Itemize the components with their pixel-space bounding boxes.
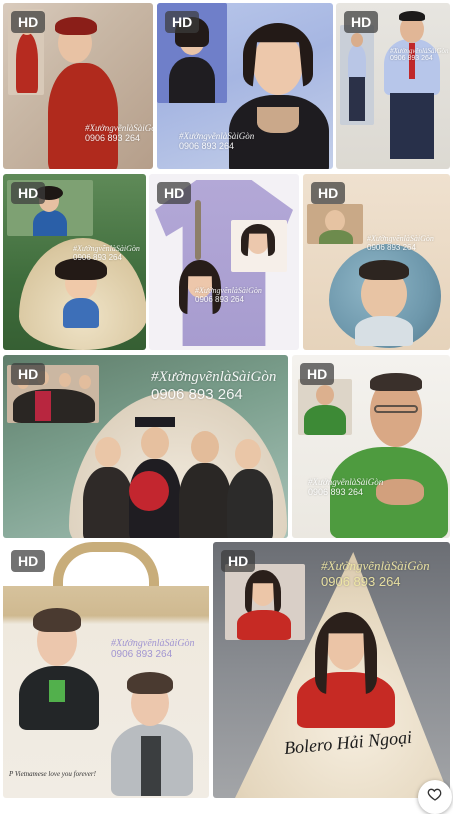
watermark-name: #XưởngvẽnlàSàiGòn — [85, 123, 153, 133]
watermark-name: #XưởngvẽnlàSàiGòn — [367, 234, 434, 243]
watermark-name: #XưởngvẽnlàSàiGòn — [151, 369, 277, 385]
watermark-name: #XưởngvẽnlàSàiGòn — [195, 286, 262, 295]
gallery-tile-10[interactable]: Bolero Hải Ngoại #XưởngvẽnlàSàiGòn 0906 … — [213, 542, 450, 798]
hd-badge: HD — [11, 182, 46, 204]
watermark-phone: 0906 893 264 — [151, 386, 243, 403]
hd-badge: HD — [311, 182, 346, 204]
watermark: #XưởngvẽnlàSàiGòn 0906 893 264 — [179, 131, 254, 151]
watermark-phone: 0906 893 264 — [85, 133, 141, 143]
watermark-name: #XưởngvẽnlàSàiGòn — [111, 638, 195, 649]
painted-figure — [107, 666, 197, 798]
watermark-name: #XưởngvẽnlàSàiGòn — [73, 244, 140, 253]
painted-figure — [291, 602, 401, 728]
hd-badge: HD — [344, 11, 379, 33]
watermark-phone: 0906 893 264 — [367, 243, 416, 252]
reference-photo — [231, 220, 287, 272]
watermark: #XưởngvẽnlàSàiGòn 0906 893 264 — [73, 244, 140, 262]
hd-badge: HD — [157, 182, 192, 204]
hd-badge: HD — [300, 363, 335, 385]
hd-badge: HD — [221, 550, 256, 572]
watermark-phone: 0906 893 264 — [308, 487, 364, 497]
watermark: #XưởngvẽnlàSàiGòn 0906 893 264 — [321, 558, 430, 589]
gallery-tile-3[interactable]: #XưởngvẽnlàSàiGòn 0906 893 264 HD — [336, 3, 450, 169]
watermark: #XưởngvẽnlàSàiGòn 0906 893 264 — [151, 369, 276, 403]
watermark: #XưởngvẽnlàSàiGòn 0906 893 264 — [367, 234, 434, 252]
painted-figure — [326, 355, 450, 538]
watermark-phone: 0906 893 264 — [73, 253, 122, 262]
watermark: #XưởngvẽnlàSàiGòn 0906 893 264 — [111, 638, 195, 660]
bag-handle — [53, 542, 159, 592]
gallery-tile-5[interactable]: #XưởngvẽnlàSàiGòn 0906 893 264 HD — [149, 174, 299, 350]
watermark-phone: 0906 893 264 — [179, 141, 235, 151]
watermark-phone: 0906 893 264 — [195, 295, 244, 304]
painted-stone — [329, 244, 441, 348]
painted-figure — [13, 602, 103, 732]
reference-photo — [307, 204, 363, 244]
watermark-name: #XưởngvẽnlàSàiGòn — [321, 558, 430, 573]
watermark-name: #XưởngvẽnlàSàiGòn — [308, 477, 384, 487]
gallery-tile-6[interactable]: #XưởngvẽnlàSàiGòn 0906 893 264 HD — [303, 174, 450, 350]
watermark: #XưởngvẽnlàSàiGòn 0906 893 264 — [195, 286, 262, 304]
bag-caption: P Vietnamese love you forever! — [9, 770, 96, 778]
favorite-button[interactable] — [418, 780, 452, 814]
gallery-tile-7[interactable]: #XưởngvẽnlàSàiGòn 0906 893 264 HD — [3, 355, 288, 538]
watermark-phone: 0906 893 264 — [390, 55, 433, 62]
hd-badge: HD — [11, 550, 46, 572]
watermark: #XưởngvẽnlàSàiGòn 0906 893 264 — [390, 47, 449, 62]
gallery-tile-2[interactable]: #XưởngvẽnlàSàiGòn 0906 893 264 HD — [157, 3, 333, 169]
watermark: #XưởngvẽnlàSàiGòn 0906 893 264 — [308, 477, 383, 497]
hd-badge: HD — [165, 11, 200, 33]
watermark-phone: 0906 893 264 — [321, 574, 401, 589]
gallery-tile-9[interactable]: #XưởngvẽnlàSàiGòn 0906 893 264 P Vietnam… — [3, 542, 209, 798]
gallery-tile-8[interactable]: #XưởngvẽnlàSàiGòn 0906 893 264 HD — [292, 355, 450, 538]
watermark-phone: 0906 893 264 — [111, 649, 173, 660]
hd-badge: HD — [11, 363, 46, 385]
reference-photo — [340, 25, 374, 125]
watermark: #XưởngvẽnlàSàiGòn 0906 893 264 — [85, 123, 153, 143]
hd-badge: HD — [11, 11, 46, 33]
gallery-tile-1[interactable]: #XưởngvẽnlàSàiGòn 0906 893 264 HD — [3, 3, 153, 169]
gallery-tile-4[interactable]: #XưởngvẽnlàSàiGòn 0906 893 264 HD — [3, 174, 146, 350]
watermark-name: #XưởngvẽnlàSàiGòn — [390, 47, 449, 55]
watermark-name: #XưởngvẽnlàSàiGòn — [179, 131, 255, 141]
painted-figure — [376, 3, 450, 169]
conical-hat — [69, 391, 287, 538]
